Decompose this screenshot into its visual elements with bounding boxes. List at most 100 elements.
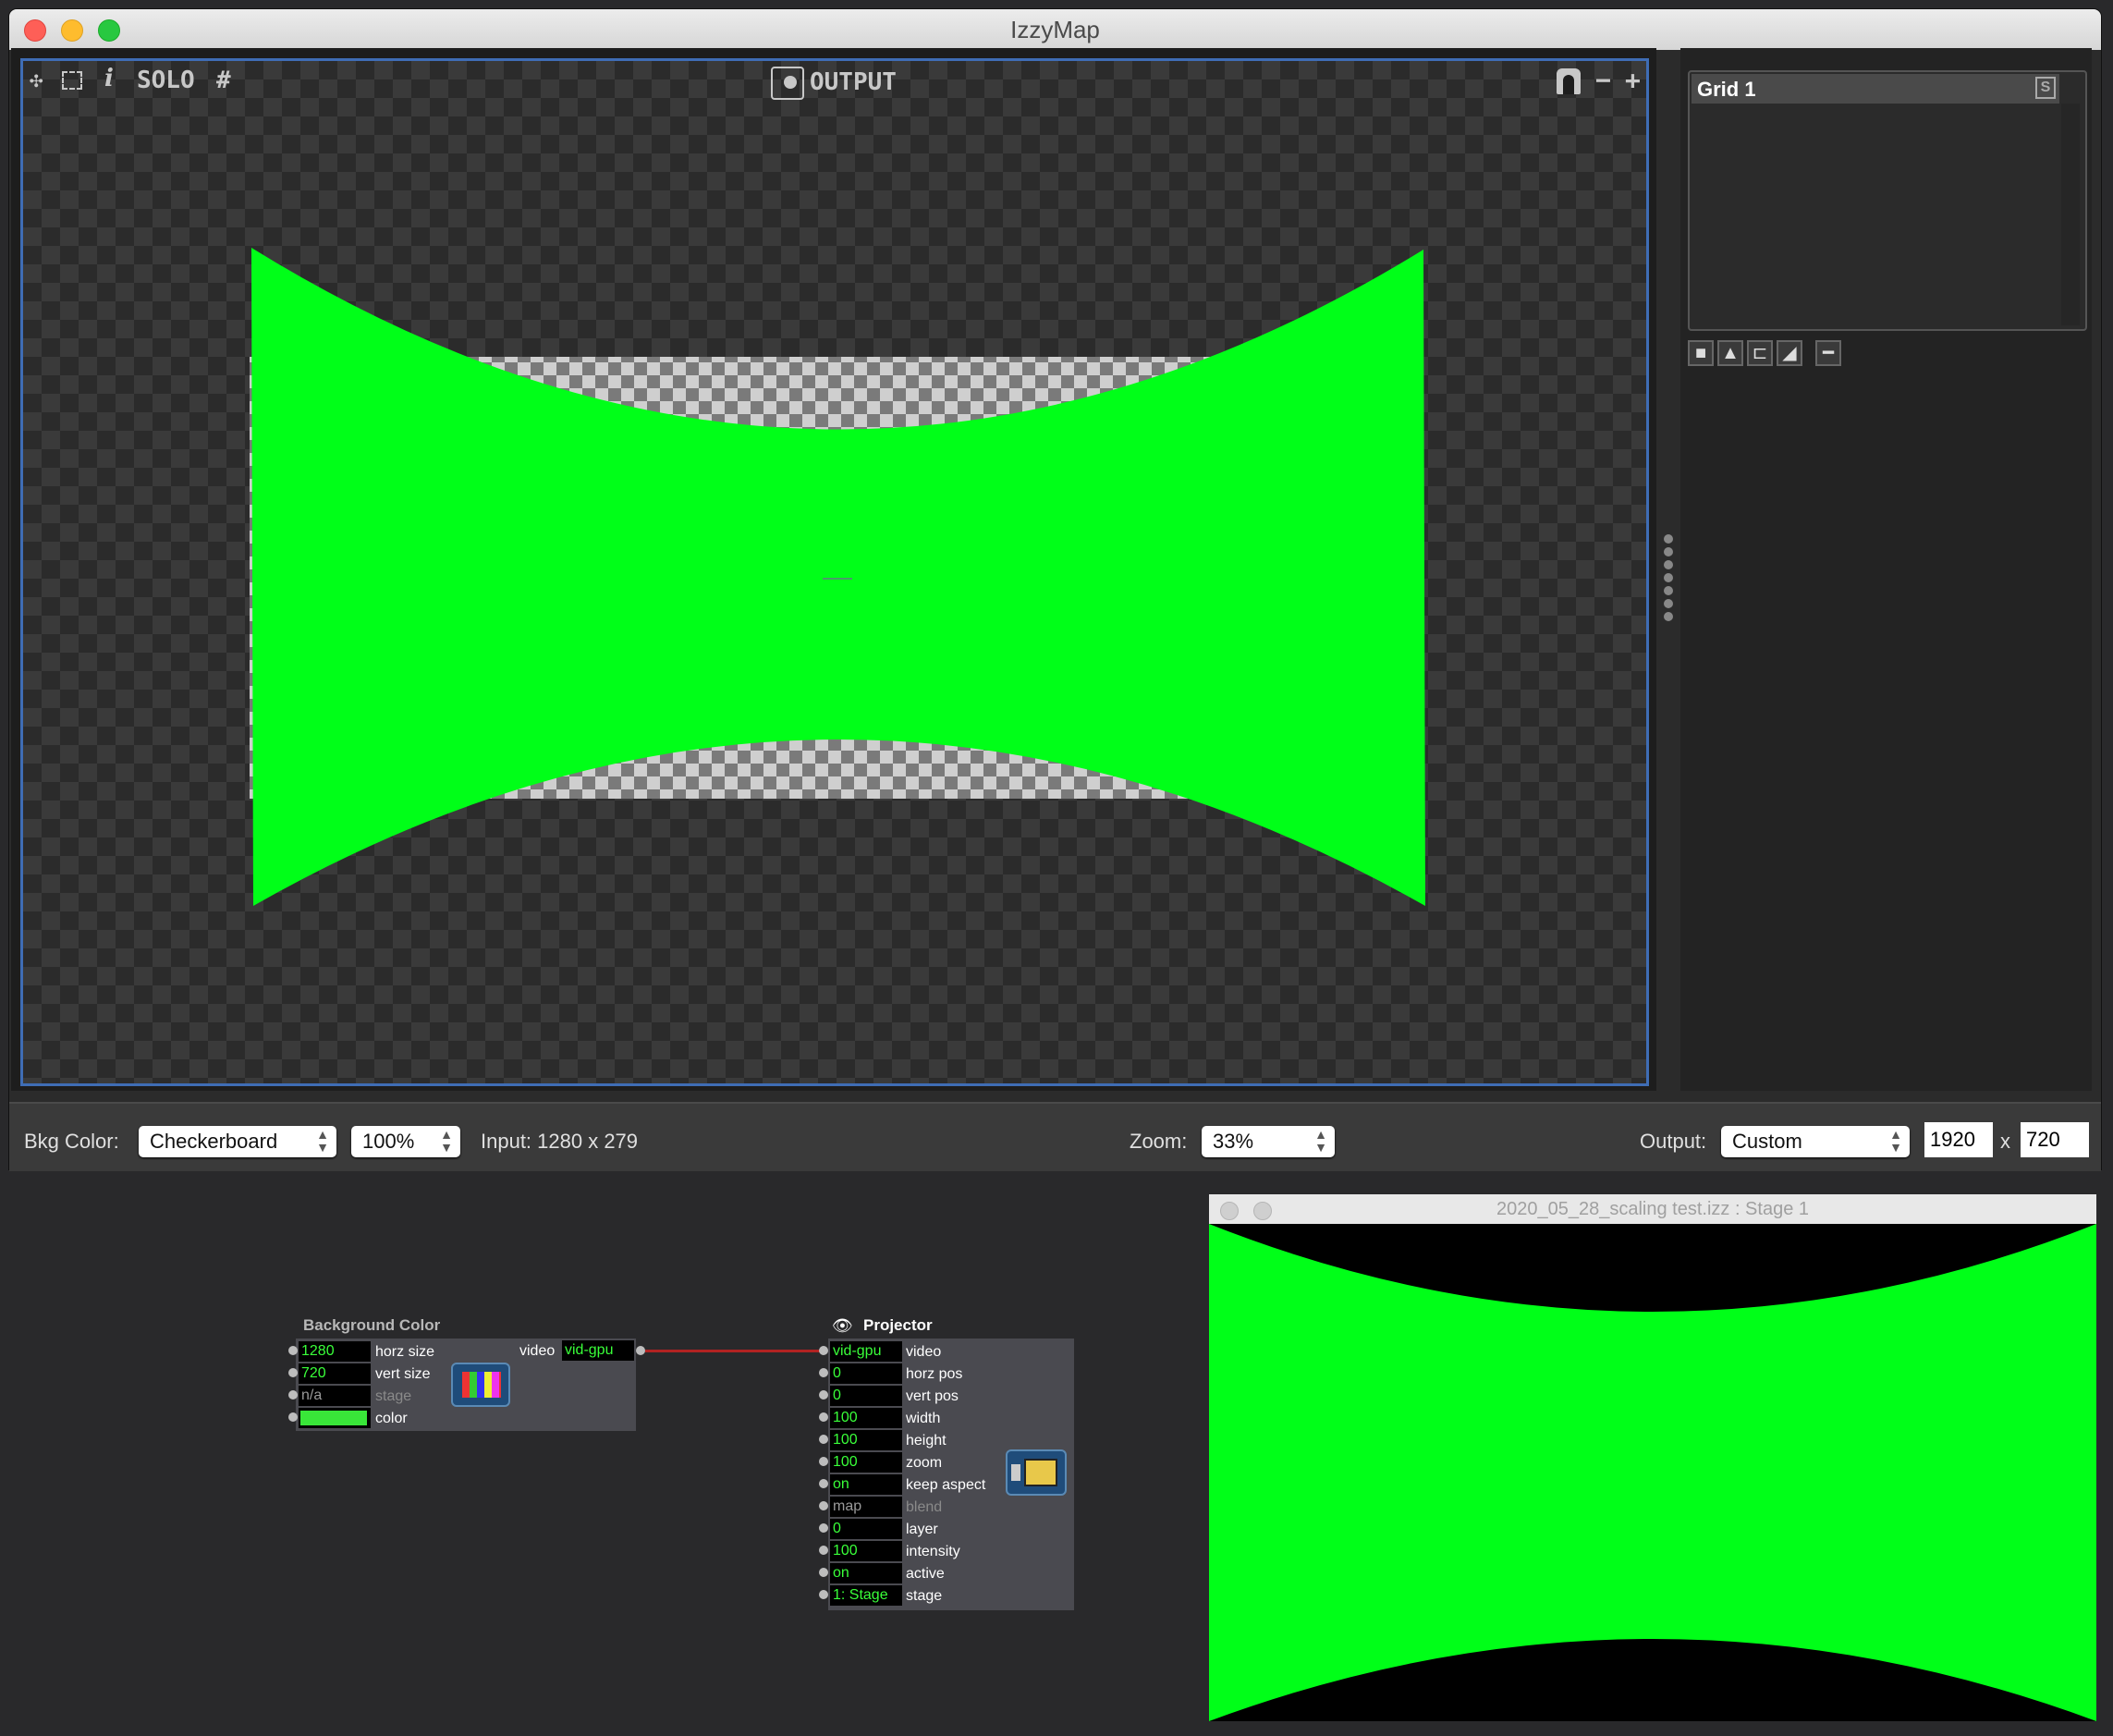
shape-name: Grid 1 (1697, 78, 1756, 101)
param-value[interactable]: 0 (830, 1519, 902, 1539)
stage-output (1209, 1224, 2096, 1721)
input-port[interactable] (819, 1346, 828, 1355)
delete-shape-button[interactable]: ━ (1815, 340, 1841, 366)
param-label: keep aspect (906, 1477, 986, 1493)
magnet-icon[interactable] (1557, 68, 1581, 94)
warp-shape (251, 248, 1425, 906)
output-preset-value: Custom (1732, 1130, 1802, 1153)
opacity-value: 100% (362, 1130, 415, 1153)
param-value[interactable]: 100 (830, 1408, 902, 1428)
add-grid-button[interactable]: ⊏ (1747, 340, 1773, 366)
output-port[interactable] (636, 1346, 645, 1355)
param-value[interactable]: n/a (299, 1386, 371, 1406)
add-bezier-button[interactable]: ◢ (1777, 340, 1802, 366)
param-value[interactable]: vid-gpu (830, 1341, 902, 1362)
shape-list-item-grid-1[interactable]: Grid 1 S (1692, 74, 2059, 104)
input-port[interactable] (819, 1435, 828, 1444)
izzymap-icon[interactable] (1006, 1449, 1067, 1496)
add-triangle-button[interactable]: ▲ (1717, 340, 1743, 366)
param-value[interactable]: 0 (830, 1363, 902, 1384)
param-label: height (906, 1433, 947, 1449)
output-size-label: Output: (1640, 1130, 1707, 1153)
output-x-label: x (2000, 1130, 2010, 1153)
param-label: layer (906, 1522, 938, 1537)
bkg-color-select[interactable]: Checkerboard ▲ ▼ (139, 1126, 336, 1157)
color-swatch[interactable] (299, 1408, 371, 1428)
solo-button[interactable]: SOLO (137, 67, 195, 94)
param-value[interactable]: on (830, 1474, 902, 1495)
output-value: vid-gpu (562, 1340, 634, 1361)
shape-list[interactable] (1688, 70, 2087, 331)
zoom-out-button[interactable]: − (1595, 65, 1611, 95)
input-port[interactable] (819, 1479, 828, 1488)
background-color-actor-title[interactable]: Background Color (303, 1316, 440, 1335)
param-value[interactable]: 100 (830, 1541, 902, 1561)
param-label: vert size (375, 1366, 431, 1382)
input-port[interactable] (819, 1457, 828, 1466)
input-port[interactable] (819, 1501, 828, 1510)
param-label: zoom (906, 1455, 943, 1471)
input-port[interactable] (288, 1412, 298, 1422)
input-port[interactable] (288, 1390, 298, 1400)
param-label: stage (375, 1388, 412, 1404)
fullscreen-icon[interactable] (62, 71, 82, 90)
param-value[interactable]: 720 (299, 1363, 371, 1384)
stage-window: 2020_05_28_scaling test.izz : Stage 1 (1209, 1194, 2096, 1721)
stage-title-bar[interactable]: 2020_05_28_scaling test.izz : Stage 1 (1209, 1194, 2096, 1224)
input-port[interactable] (288, 1346, 298, 1355)
input-port[interactable] (819, 1568, 828, 1577)
chevron-updown-icon: ▲ ▼ (440, 1127, 453, 1155)
solo-badge[interactable]: S (2035, 77, 2056, 99)
param-label: intensity (906, 1544, 960, 1559)
color-grid-icon (451, 1363, 510, 1407)
param-label: stage (906, 1588, 943, 1604)
input-port[interactable] (819, 1368, 828, 1377)
color-swatch-fill (300, 1411, 367, 1425)
param-label: video (906, 1344, 942, 1360)
grid-toggle-button[interactable]: # (216, 67, 231, 94)
param-label: vert pos (906, 1388, 959, 1404)
param-value[interactable]: 1: Stage (830, 1585, 902, 1606)
param-value[interactable]: 100 (830, 1430, 902, 1450)
param-label: horz size (375, 1344, 435, 1360)
param-label: color (375, 1411, 408, 1426)
output-height-field[interactable]: 720 (2021, 1122, 2089, 1157)
output-label: video (519, 1343, 556, 1359)
param-value[interactable]: 100 (830, 1452, 902, 1473)
patch-cable[interactable] (645, 1350, 824, 1352)
input-port[interactable] (819, 1523, 828, 1533)
zoom-in-button[interactable]: + (1625, 65, 1641, 95)
chevron-updown-icon: ▲ ▼ (316, 1127, 329, 1155)
param-label: horz pos (906, 1366, 963, 1382)
param-label: active (906, 1566, 945, 1582)
input-port[interactable] (819, 1546, 828, 1555)
output-preset-select[interactable]: Custom ▲ ▼ (1721, 1126, 1910, 1157)
chevron-updown-icon: ▲ ▼ (1889, 1127, 1902, 1155)
output-toggle-icon[interactable] (771, 67, 804, 100)
param-value[interactable]: 0 (830, 1386, 902, 1406)
output-label[interactable]: OUTPUT (810, 68, 897, 96)
input-port[interactable] (819, 1390, 828, 1400)
projector-actor-title[interactable]: Projector (863, 1316, 933, 1335)
param-value[interactable]: map (830, 1497, 902, 1517)
param-value[interactable]: on (830, 1563, 902, 1583)
input-port[interactable] (819, 1412, 828, 1422)
info-button[interactable]: i (104, 65, 114, 92)
eye-icon[interactable]: 👁 (832, 1316, 853, 1336)
param-value[interactable]: 1280 (299, 1341, 371, 1362)
input-port[interactable] (288, 1368, 298, 1377)
splitter-handle[interactable] (1664, 534, 1673, 621)
zoom-value: 33% (1213, 1130, 1254, 1153)
output-width-field[interactable]: 1920 (1924, 1122, 1993, 1157)
param-label: blend (906, 1499, 943, 1515)
param-label: width (906, 1411, 941, 1426)
input-port[interactable] (819, 1590, 828, 1599)
zoom-label: Zoom: (1130, 1130, 1188, 1153)
opacity-select[interactable]: 100% ▲ ▼ (351, 1126, 460, 1157)
chevron-updown-icon: ▲ ▼ (1314, 1127, 1327, 1155)
add-rectangle-button[interactable]: ■ (1688, 340, 1714, 366)
move-icon[interactable]: ✣ (30, 67, 43, 92)
shape-list-scrollbar[interactable] (2061, 104, 2080, 325)
bkg-color-value: Checkerboard (150, 1130, 278, 1153)
zoom-select[interactable]: 33% ▲ ▼ (1202, 1126, 1335, 1157)
